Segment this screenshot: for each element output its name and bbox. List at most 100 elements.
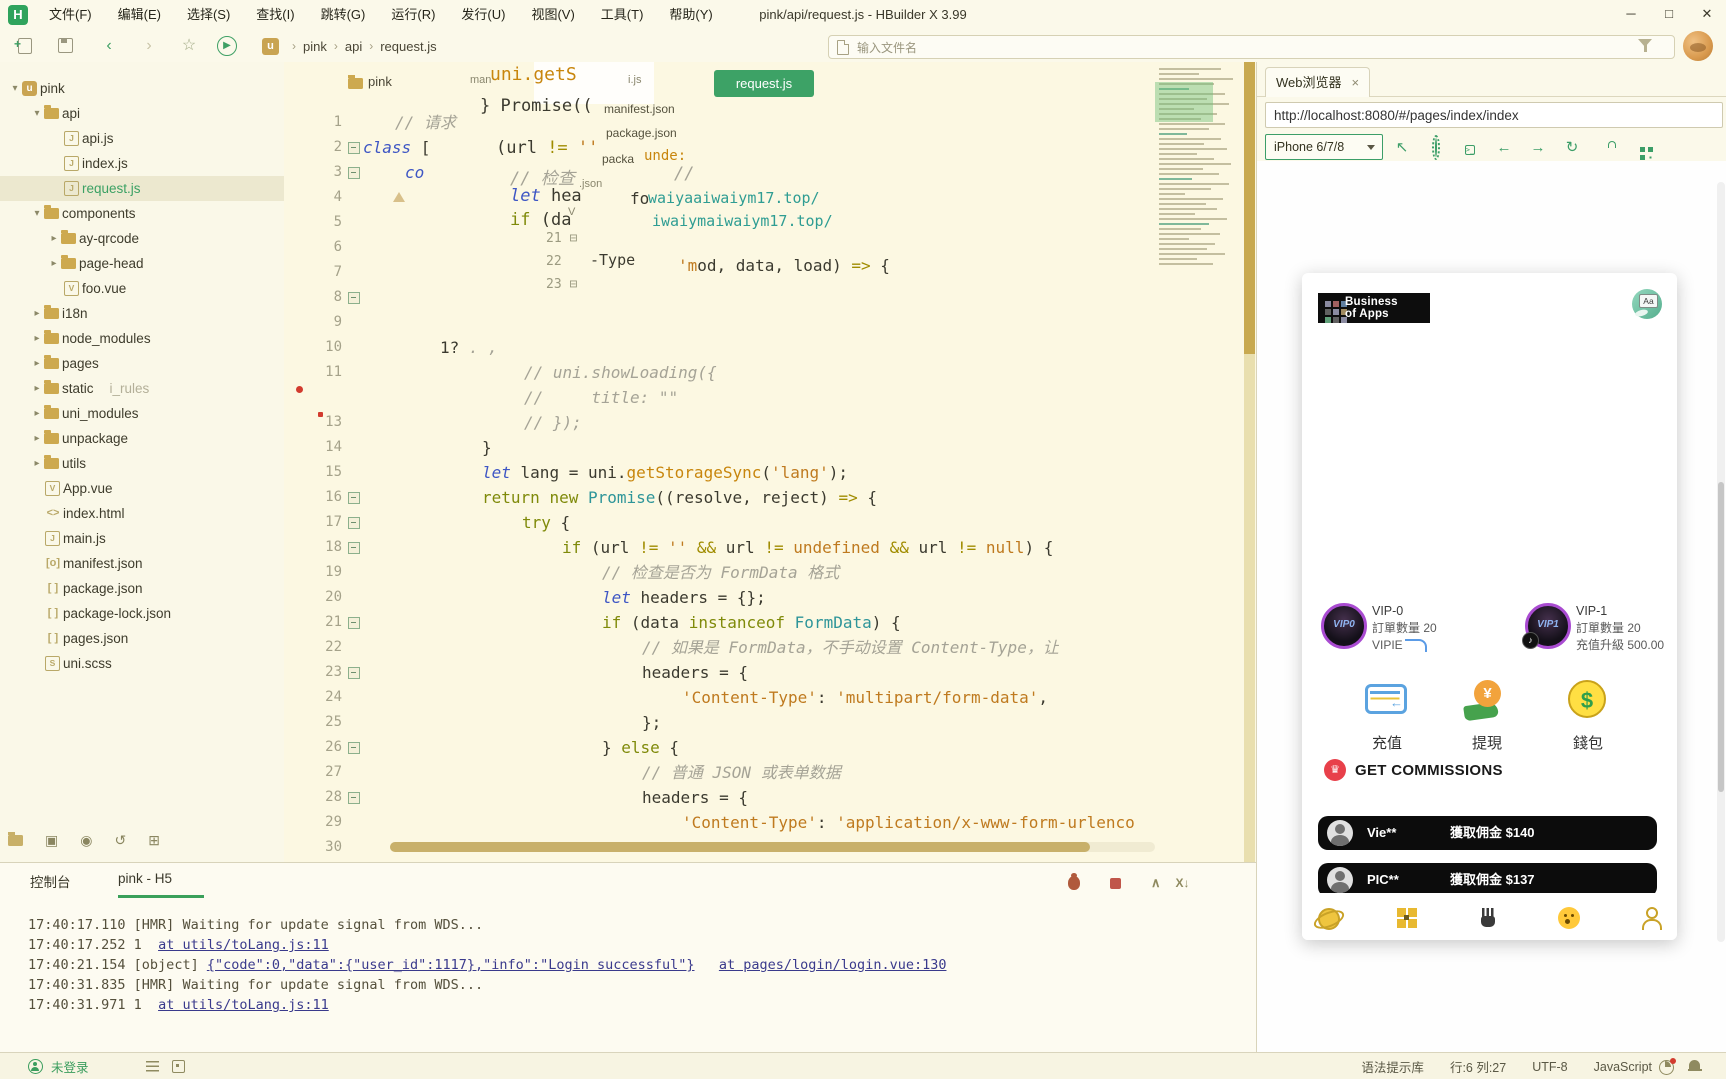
tree-item-index-js[interactable]: Jindex.js (0, 151, 284, 176)
sidebar-tool-icon[interactable]: ⊞ (148, 832, 160, 849)
fold-marker-icon[interactable] (348, 292, 360, 304)
chevron-down-icon[interactable]: ▾ (30, 108, 44, 119)
tree-item-main-js[interactable]: Jmain.js (0, 526, 284, 551)
tab-console[interactable]: 控制台 (30, 871, 71, 891)
bookmark-star-button[interactable]: ☆ (176, 30, 202, 62)
tree-item-package-lock-json[interactable]: [ ] package-lock.json (0, 601, 284, 626)
tree-item-index-html[interactable]: <> index.html (0, 501, 284, 526)
editor-minimap[interactable] (1155, 62, 1257, 862)
menu-item-v[interactable]: 视图(V) (518, 0, 587, 30)
sidebar-tool-icon[interactable]: ◉ (80, 832, 92, 849)
filter-funnel-icon[interactable] (1638, 39, 1652, 52)
menu-item-e[interactable]: 编辑(E) (105, 0, 174, 30)
browser-scrollbar[interactable] (1717, 182, 1725, 942)
bug-icon[interactable] (1068, 873, 1080, 890)
tree-item-pages[interactable]: ▸ pages (0, 351, 284, 376)
login-status[interactable]: 未登录 (28, 1053, 89, 1079)
scrollbar-thumb[interactable] (1718, 482, 1724, 792)
tree-item-foo-vue[interactable]: Vfoo.vue (0, 276, 284, 301)
collapse-icon[interactable]: ∧ (1151, 875, 1161, 891)
fold-marker-icon[interactable] (348, 542, 360, 554)
chevron-down-icon[interactable]: ▾ (30, 208, 44, 219)
tree-item-utils[interactable]: ▸ utils (0, 451, 284, 476)
menu-item-t[interactable]: 工具(T) (588, 0, 657, 30)
commission-row[interactable]: PIC** 獲取佣金 $137 (1318, 863, 1657, 897)
gear-icon[interactable] (1427, 134, 1445, 160)
log-link[interactable]: at pages/login/login.vue:130 (719, 957, 947, 973)
browser-url-input[interactable] (1265, 102, 1723, 128)
tree-item-node-modules[interactable]: ▸ node_modules (0, 326, 284, 351)
code-editor[interactable]: 1 // 请求 2 class [3 co 4 5 6 7 8 9 10 1? . , 11 // uni.… (284, 62, 1155, 862)
clear-icon[interactable]: X↓ (1176, 876, 1190, 890)
editor-vertical-scrollbar[interactable] (1244, 62, 1255, 862)
browser-tab[interactable]: Web浏览器 × (1265, 67, 1371, 97)
tree-item-unpackage[interactable]: ▸ unpackage (0, 426, 284, 451)
tree-item-pink[interactable]: ▾ u pink (0, 76, 284, 101)
tree-item-package-json[interactable]: [ ] package.json (0, 576, 284, 601)
sidebar-tool-icon[interactable]: ▣ (45, 832, 58, 849)
tree-item-ay-qrcode[interactable]: ▸ ay-qrcode (0, 226, 284, 251)
sidebar-tool-icon[interactable]: ↺ (114, 832, 126, 849)
stop-icon[interactable] (1110, 877, 1121, 889)
browser-tab-close-icon[interactable]: × (1352, 75, 1360, 90)
panel-toggle-icon[interactable] (172, 1060, 185, 1073)
chevron-right-icon[interactable]: ▸ (30, 458, 44, 469)
tree-item-api-js[interactable]: Japi.js (0, 126, 284, 151)
vip-card-vip-1[interactable]: VIP1 ♪ VIP-1 訂單數量 20 充值升級 500.00 (1522, 603, 1677, 659)
fold-marker-icon[interactable] (348, 167, 360, 179)
device-selector[interactable]: iPhone 6/7/8 (1265, 134, 1383, 160)
scrollbar-thumb[interactable] (1244, 62, 1255, 354)
chevron-down-icon[interactable]: ▾ (8, 83, 22, 94)
chevron-right-icon[interactable]: ▸ (30, 308, 44, 319)
back-arrow-icon[interactable]: ← (1495, 139, 1513, 156)
chevron-right-icon[interactable]: ▸ (47, 233, 61, 244)
notification-bell-icon[interactable] (1687, 1060, 1702, 1071)
terminal-icon[interactable]: >_ (1461, 139, 1479, 156)
refresh-icon[interactable]: ↻ (1563, 138, 1581, 156)
fold-marker-icon[interactable] (348, 742, 360, 754)
tree-item-i18n[interactable]: ▸ i18n (0, 301, 284, 326)
new-file-button[interactable] (12, 28, 38, 62)
tree-item-uni-modules[interactable]: ▸ uni_modules (0, 401, 284, 426)
log-link[interactable]: {"code":0,"data":{"user_id":1117},"info"… (207, 957, 695, 973)
log-link[interactable]: at utils/toLang.js:11 (158, 937, 329, 953)
file-search-input[interactable]: 输入文件名 (828, 35, 1675, 59)
fold-marker-icon[interactable] (348, 142, 360, 154)
statusbar-item[interactable]: 语法提示库 (1361, 1057, 1424, 1076)
chevron-right-icon[interactable]: ▸ (30, 408, 44, 419)
statusbar-item[interactable]: 行:6 列:27 (1450, 1057, 1506, 1076)
tree-item-App-vue[interactable]: V App.vue (0, 476, 284, 501)
statusbar-item[interactable]: JavaScript (1594, 1060, 1652, 1074)
menu-item-y[interactable]: 帮助(Y) (656, 0, 725, 30)
breadcrumb-item-file[interactable]: request.js (380, 39, 436, 54)
fold-marker-icon[interactable] (348, 792, 360, 804)
chevron-right-icon[interactable]: ▸ (30, 433, 44, 444)
tree-item-static[interactable]: ▸ static i_rules (0, 376, 284, 401)
translate-icon[interactable]: Aa (1632, 289, 1662, 319)
fold-marker-icon[interactable] (348, 667, 360, 679)
chevron-right-icon[interactable]: ▸ (47, 258, 61, 269)
menu-item-s[interactable]: 选择(S) (174, 0, 243, 30)
action-wallet-coin[interactable]: $ 錢包 (1553, 678, 1623, 753)
close-button[interactable]: ✕ (1688, 0, 1726, 30)
breadcrumb-item-folder[interactable]: api (345, 39, 362, 54)
tree-item-pages-json[interactable]: [ ] pages.json (0, 626, 284, 651)
menu-item-r[interactable]: 运行(R) (378, 0, 448, 30)
vip-card-vip-0[interactable]: VIP0 VIP-0 訂單數量 20 VIPIE (1321, 603, 1511, 659)
fold-marker-icon[interactable] (348, 517, 360, 529)
menu-item-g[interactable]: 跳转(G) (308, 0, 379, 30)
minimize-button[interactable]: ─ (1612, 0, 1650, 30)
outline-list-icon[interactable] (146, 1061, 159, 1072)
fold-marker-icon[interactable] (348, 492, 360, 504)
chevron-right-icon[interactable]: ▸ (30, 333, 44, 344)
tree-item-manifest-json[interactable]: [o] manifest.json (0, 551, 284, 576)
tree-item-api[interactable]: ▾ api (0, 101, 284, 126)
tree-item-request-js[interactable]: Jrequest.js (0, 176, 284, 201)
tree-item-uni-scss[interactable]: Suni.scss (0, 651, 284, 676)
action-withdraw-hand[interactable]: ¥ 提現 (1452, 678, 1522, 753)
log-link[interactable]: at utils/toLang.js:11 (158, 997, 329, 1013)
tab-pink-h5[interactable]: pink - H5 (118, 871, 172, 886)
chevron-right-icon[interactable]: ▸ (30, 358, 44, 369)
update-pie-icon[interactable] (1659, 1058, 1676, 1075)
breadcrumb-item-project[interactable]: pink (303, 39, 327, 54)
